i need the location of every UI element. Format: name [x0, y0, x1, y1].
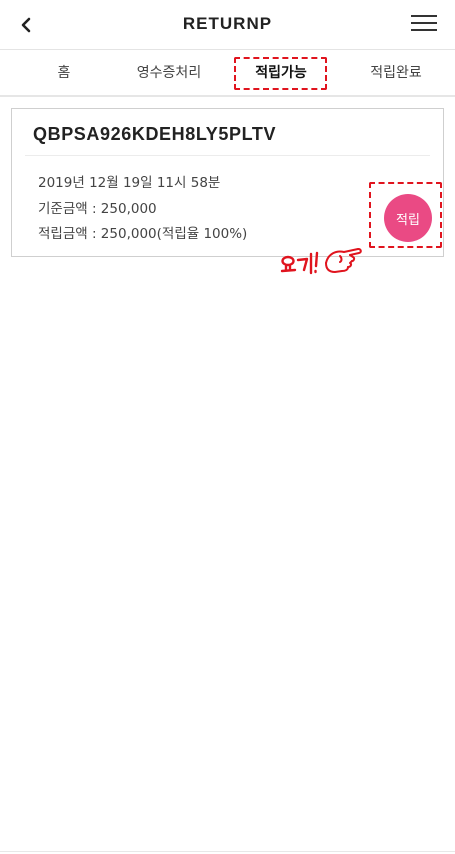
- earn-button[interactable]: 적립: [384, 194, 432, 242]
- annotation-here-label: [280, 247, 362, 275]
- menu-button[interactable]: [411, 13, 437, 33]
- tab-home[interactable]: 홈: [48, 51, 80, 95]
- pointing-hand-icon: [325, 247, 362, 273]
- receipt-card: QBPSA926KDEH8LY5PLTV 2019년 12월 19일 11시 5…: [11, 108, 444, 257]
- card-divider: [25, 155, 430, 156]
- bottom-divider: [0, 851, 455, 852]
- tab-receipt-processing[interactable]: 영수증처리: [125, 51, 213, 95]
- hamburger-menu-icon: [411, 15, 437, 17]
- earn-amount: 적립금액 : 250,000(적립율 100%): [38, 226, 248, 242]
- tab-earn-completed[interactable]: 적립완료: [358, 51, 434, 95]
- tab-earnable[interactable]: 적립가능: [236, 51, 326, 95]
- tab-bar: 홈 영수증처리 적립가능 적립완료: [0, 51, 455, 97]
- receipt-code: QBPSA926KDEH8LY5PLTV: [33, 124, 277, 144]
- hamburger-menu-icon: [411, 22, 437, 24]
- base-amount: 기준금액 : 250,000: [38, 201, 157, 217]
- hamburger-menu-icon: [411, 29, 437, 31]
- app-title: RETURNP: [182, 14, 273, 33]
- receipt-datetime: 2019년 12월 19일 11시 58분: [38, 175, 221, 191]
- app-header: RETURNP: [0, 0, 455, 50]
